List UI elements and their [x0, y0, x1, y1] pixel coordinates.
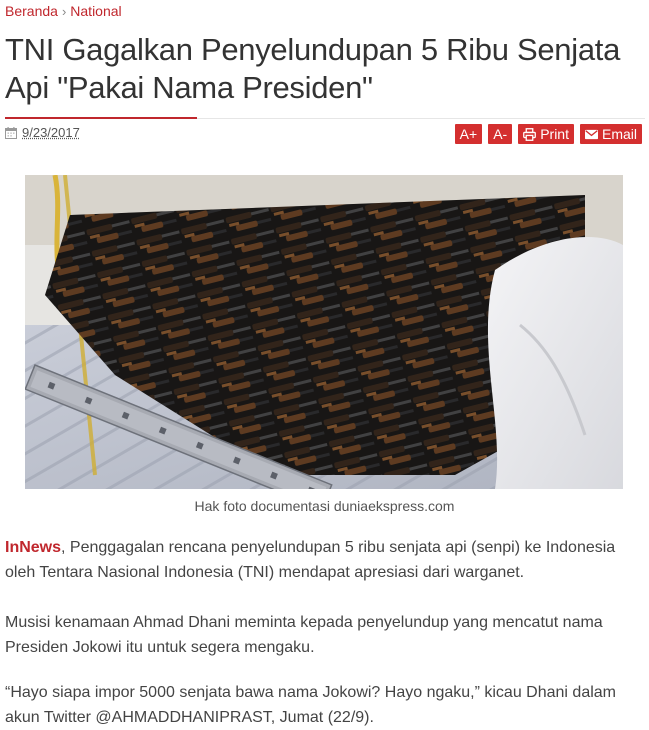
calendar-icon: [5, 126, 17, 139]
print-button[interactable]: Print: [518, 124, 574, 144]
breadcrumb-home-link[interactable]: Beranda: [5, 3, 58, 19]
email-button[interactable]: Email: [579, 124, 642, 144]
photo-caption: Hak foto documentasi duniaekspress.com: [194, 498, 455, 514]
font-decrease-button[interactable]: A-: [488, 124, 513, 144]
breadcrumb-separator: ›: [61, 4, 67, 19]
article-photo: [25, 175, 623, 489]
article-paragraph-1: InNews, Penggagalan rencana penyelundupa…: [5, 535, 645, 585]
breadcrumb: Beranda › National: [5, 3, 122, 19]
article-title: TNI Gagalkan Penyelundupan 5 Ribu Senjat…: [5, 32, 621, 105]
breadcrumb-section-link[interactable]: National: [70, 3, 121, 19]
title-underline: [5, 117, 197, 119]
paragraph-1-text: , Penggagalan rencana penyelundupan 5 ri…: [5, 539, 616, 581]
article-paragraph-2: Musisi kenamaan Ahmad Dhani meminta kepa…: [5, 614, 603, 656]
printer-icon: [523, 127, 537, 141]
print-label: Print: [540, 126, 569, 142]
font-increase-button[interactable]: A+: [454, 124, 483, 144]
article-date: 9/23/2017: [5, 125, 80, 140]
font-increase-label: A+: [459, 126, 478, 142]
envelope-icon: [584, 129, 598, 139]
email-label: Email: [601, 126, 637, 142]
source-label: InNews: [5, 539, 62, 556]
article-paragraph-3: “Hayo siapa impor 5000 senjata bawa nama…: [5, 684, 616, 726]
date-text: 9/23/2017: [22, 125, 80, 140]
font-decrease-label: A-: [493, 126, 508, 142]
title-divider: [197, 118, 645, 119]
article-toolbar: A+ A- Print Email: [454, 124, 642, 144]
